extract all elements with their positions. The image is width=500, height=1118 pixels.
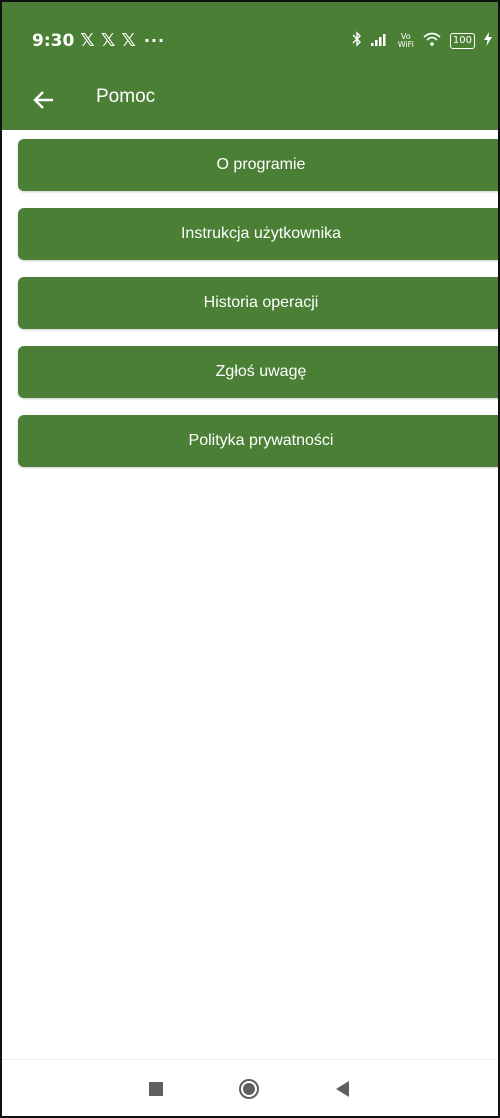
back-triangle-icon xyxy=(336,1081,349,1097)
back-arrow-icon xyxy=(33,91,53,109)
phone-screen: 9:30 𝕏 𝕏 𝕏 ··· Vo WiFi 100 Pomoc O progr… xyxy=(0,0,500,1118)
vowifi-icon: Vo WiFi xyxy=(397,32,414,49)
status-bar-left: 9:30 𝕏 𝕏 𝕏 ··· xyxy=(32,30,165,51)
x-notification-icon: 𝕏 xyxy=(100,30,116,51)
battery-icon: 100 xyxy=(449,33,475,49)
report-feedback-button[interactable]: Zgłoś uwagę xyxy=(18,346,498,398)
home-button[interactable] xyxy=(234,1074,264,1104)
page-title: Pomoc xyxy=(96,86,156,107)
recents-button[interactable] xyxy=(141,1074,171,1104)
privacy-policy-button[interactable]: Polityka prywatności xyxy=(18,415,498,467)
x-notification-icon: 𝕏 xyxy=(80,30,95,51)
clock: 9:30 xyxy=(32,30,75,51)
wifi-icon xyxy=(423,32,441,50)
status-bar-right: Vo WiFi 100 xyxy=(352,31,492,51)
home-circle-icon xyxy=(239,1079,259,1099)
about-app-button[interactable]: O programie xyxy=(18,139,498,191)
user-manual-button[interactable]: Instrukcja użytkownika xyxy=(18,208,498,260)
status-bar: 9:30 𝕏 𝕏 𝕏 ··· Vo WiFi 100 xyxy=(2,2,498,74)
more-notifications-icon: ··· xyxy=(143,31,166,50)
back-nav-button[interactable] xyxy=(328,1074,358,1104)
help-menu: O programie Instrukcja użytkownika Histo… xyxy=(18,139,498,484)
app-bar: 9:30 𝕏 𝕏 𝕏 ··· Vo WiFi 100 Pomoc xyxy=(2,2,498,130)
recents-square-icon xyxy=(149,1082,163,1096)
x-notification-icon: 𝕏 xyxy=(121,30,136,51)
system-navigation-bar xyxy=(2,1059,498,1116)
back-button[interactable] xyxy=(26,82,62,118)
signal-icon xyxy=(370,32,389,50)
operation-history-button[interactable]: Historia operacji xyxy=(18,277,498,329)
bluetooth-icon xyxy=(352,31,362,51)
charging-icon xyxy=(484,32,492,50)
toolbar: Pomoc xyxy=(2,74,498,130)
